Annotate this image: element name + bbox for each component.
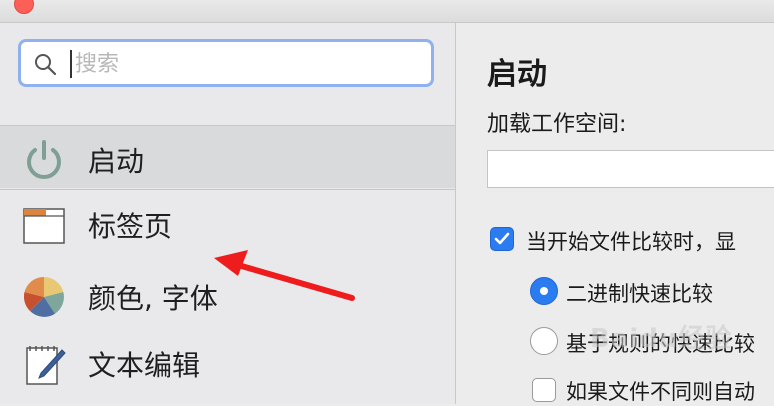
workspace-label: 加载工作空间:	[487, 112, 627, 137]
binary-quick-compare-label: 二进制快速比较	[566, 282, 713, 306]
page-title: 启动	[487, 57, 547, 92]
workspace-input[interactable]	[487, 150, 774, 188]
search-box[interactable]	[18, 39, 434, 87]
sidebar-item-label: 标签页	[88, 210, 173, 243]
tab-window-icon	[23, 208, 65, 244]
binary-quick-compare-radio[interactable]	[530, 277, 558, 305]
pie-chart-icon	[23, 276, 64, 317]
text-caret	[70, 50, 72, 78]
power-icon	[27, 140, 61, 179]
rule-based-quick-compare-radio[interactable]	[530, 327, 558, 355]
auto-if-different-label: 如果文件不同则自动	[566, 380, 755, 404]
window-titlebar	[0, 0, 774, 23]
close-window-button[interactable]	[14, 0, 34, 14]
search-icon	[35, 54, 57, 76]
watermark: Baidu经验	[590, 324, 733, 354]
sidebar-item-label: 启动	[88, 145, 145, 178]
sidebar-item-label: 颜色, 字体	[88, 282, 218, 315]
checkmark-icon	[494, 232, 510, 245]
sidebar-item-tabs[interactable]: 标签页	[0, 191, 455, 255]
compare-on-start-checkbox[interactable]	[490, 227, 514, 251]
search-input[interactable]	[73, 48, 417, 80]
notepad-pencil-icon	[26, 346, 66, 385]
sidebar-item-startup[interactable]: 启动	[0, 126, 455, 190]
compare-on-start-label: 当开始文件比较时，显	[526, 230, 736, 254]
sidebar-item-colors-fonts[interactable]: 颜色, 字体	[0, 263, 455, 327]
sidebar-item-label: 文本编辑	[88, 349, 201, 382]
auto-if-different-checkbox[interactable]	[532, 378, 556, 402]
sidebar-item-text-editing[interactable]: 文本编辑	[0, 330, 455, 394]
preferences-sidebar: 启动 标签页 颜色, 字体 文本编辑	[0, 23, 456, 404]
